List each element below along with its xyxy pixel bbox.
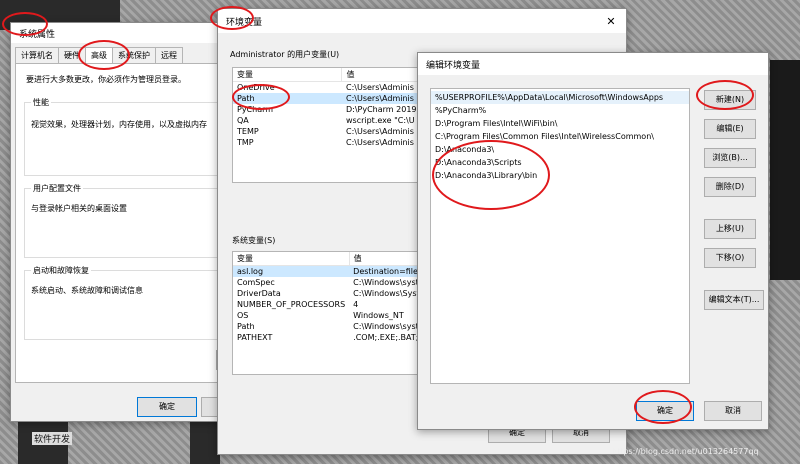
move-down-button[interactable]: 下移(O): [704, 248, 756, 268]
move-up-button[interactable]: 上移(U): [704, 219, 756, 239]
var-value: C:\Windows\Syst: [353, 289, 420, 298]
startup-recovery-desc: 系统启动、系统故障和调试信息: [31, 286, 143, 295]
list-item[interactable]: %PyCharm%: [431, 104, 689, 117]
annotation-circle-ok: [634, 390, 692, 424]
startup-recovery-group: 启动和故障恢复 系统启动、系统故障和调试信息: [24, 265, 249, 340]
window-title: 编辑环境变量: [426, 60, 481, 71]
performance-title: 性能: [31, 97, 51, 108]
user-vars-label: Administrator 的用户变量(U): [230, 50, 340, 59]
close-icon[interactable]: ✕: [596, 15, 626, 28]
user-profile-group: 用户配置文件 与登录帐户相关的桌面设置: [24, 183, 249, 258]
system-vars-table[interactable]: 变量 值 asl.log Destination=file ComSpec C:\W…: [232, 251, 422, 375]
user-profile-title: 用户配置文件: [31, 183, 83, 194]
var-value: C:\Users\Adminis: [345, 94, 414, 103]
var-value: .COM;.EXE;.BAT;.: [353, 333, 422, 342]
title-bar: 环境变量 ✕: [218, 9, 626, 33]
delete-button[interactable]: 删除(D): [704, 177, 756, 197]
var-name: DriverData: [237, 289, 281, 298]
performance-group: 性能 视觉效果，处理器计划，内存使用，以及虚拟内存: [24, 97, 249, 176]
user-profile-desc: 与登录帐户相关的桌面设置: [31, 204, 127, 213]
var-value: Destination=file: [353, 267, 418, 276]
var-value: D:\PyCharm 2019: [345, 105, 417, 114]
annotation-circle-path: [232, 84, 290, 110]
watermark: https://blog.csdn.net/u013264577qq: [612, 447, 759, 456]
background-shoe-right: [190, 420, 220, 464]
table-row[interactable]: NUMBER_OF_PROCESSORS 4: [233, 299, 421, 310]
performance-desc: 视觉效果，处理器计划，内存使用，以及虚拟内存: [31, 120, 207, 129]
col-value-header[interactable]: 值: [341, 68, 421, 82]
var-name: ComSpec: [237, 278, 275, 287]
admin-note: 要进行大多数更改，你必须作为管理员登录。: [26, 75, 186, 84]
var-value: C:\Users\Adminis: [345, 138, 414, 147]
tab-computer-name[interactable]: 计算机名: [15, 47, 59, 63]
var-name: TMP: [237, 138, 254, 147]
table-row[interactable]: ComSpec C:\Windows\syst: [233, 277, 421, 288]
var-name: QA: [237, 116, 249, 125]
table-row[interactable]: PATHEXT .COM;.EXE;.BAT;.: [233, 332, 422, 343]
title-bar: 编辑环境变量: [418, 53, 768, 75]
var-value: 4: [353, 300, 359, 309]
annotation-circle-new: [696, 80, 754, 110]
annotation-circle-anaconda: [432, 140, 550, 210]
annotation-circle-title: [2, 12, 48, 36]
browse-button[interactable]: 浏览(B)...: [704, 148, 756, 168]
var-value: C:\Users\Adminis: [345, 83, 414, 92]
annotation-circle-env-title: [210, 6, 254, 30]
list-item[interactable]: %USERPROFILE%\AppData\Local\Microsoft\Wi…: [431, 91, 689, 104]
edit-button[interactable]: 编辑(E): [704, 119, 756, 139]
table-row[interactable]: TMP C:\Users\Adminis: [233, 137, 421, 148]
background-caption: 软件开发: [32, 432, 73, 445]
table-row[interactable]: TEMP C:\Users\Adminis: [233, 126, 421, 137]
table-row[interactable]: asl.log Destination=file: [233, 265, 421, 277]
list-item[interactable]: C:\Program Files\Common Files\Intel\Wire…: [431, 130, 689, 143]
var-value: C:\Windows\syst: [353, 278, 419, 287]
var-name: NUMBER_OF_PROCESSORS: [237, 300, 346, 309]
var-name: asl.log: [237, 267, 264, 276]
table-row[interactable]: DriverData C:\Windows\Syst: [233, 288, 421, 299]
tab-remote[interactable]: 远程: [155, 47, 183, 63]
var-name: OS: [237, 311, 249, 320]
col-variable-header[interactable]: 变量: [233, 252, 350, 266]
table-row[interactable]: QA wscript.exe "C:\U: [233, 115, 421, 126]
table-row[interactable]: OS Windows_NT: [233, 310, 421, 321]
table-row[interactable]: Path C:\Windows\syst: [233, 321, 421, 332]
startup-recovery-title: 启动和故障恢复: [31, 265, 91, 276]
background-dark-edge: [770, 60, 800, 280]
path-list[interactable]: %USERPROFILE%\AppData\Local\Microsoft\Wi…: [430, 88, 690, 384]
var-name: Path: [237, 322, 255, 331]
var-value: C:\Users\Adminis: [345, 127, 414, 136]
var-value: C:\Windows\syst: [353, 322, 419, 331]
cancel-button[interactable]: 取消: [704, 401, 762, 421]
ok-button[interactable]: 确定: [137, 397, 197, 417]
list-item[interactable]: D:\Program Files\Intel\WiFi\bin\: [431, 117, 689, 130]
col-variable-header[interactable]: 变量: [233, 68, 343, 82]
var-name: TEMP: [237, 127, 259, 136]
system-vars-label: 系统变量(S): [232, 236, 276, 245]
var-value: Windows_NT: [353, 311, 404, 320]
annotation-circle-advanced-tab: [78, 40, 130, 70]
edit-text-button[interactable]: 编辑文本(T)...: [704, 290, 764, 310]
var-value: wscript.exe "C:\U: [345, 116, 415, 125]
col-value-header[interactable]: 值: [349, 252, 421, 266]
advanced-panel: 要进行大多数更改，你必须作为管理员登录。 性能 视觉效果，处理器计划，内存使用，…: [15, 63, 250, 383]
var-name: PATHEXT: [237, 333, 273, 342]
